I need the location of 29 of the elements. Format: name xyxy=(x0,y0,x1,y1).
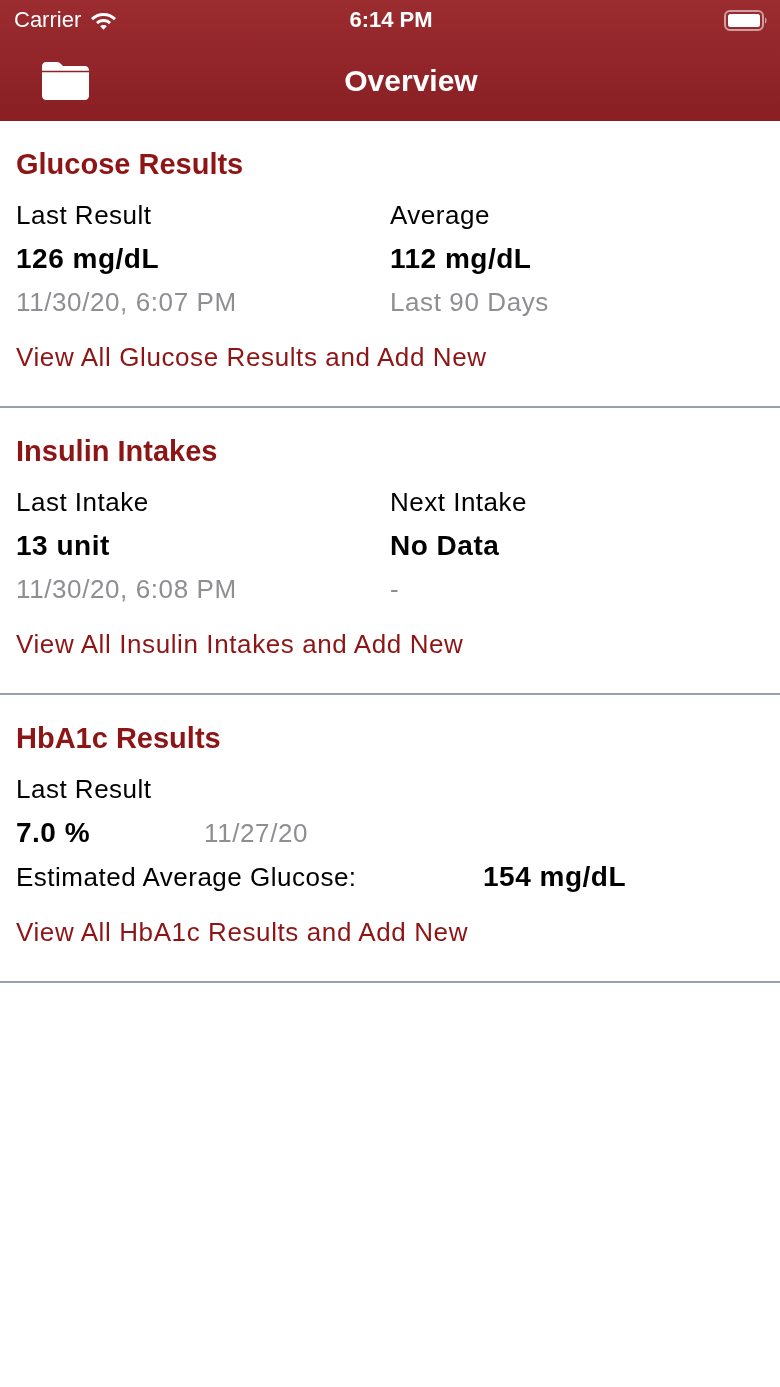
folder-icon[interactable] xyxy=(42,61,89,100)
field-label: Last Result xyxy=(16,200,152,230)
view-all-link[interactable]: View All HbA1c Results and Add New xyxy=(16,917,469,947)
field-label: Last Result xyxy=(16,774,152,804)
wifi-icon xyxy=(90,10,118,30)
field-detail: 11/30/20, 6:07 PM xyxy=(16,287,237,317)
carrier-name: Carrier xyxy=(14,7,82,33)
section-title: HbA1c Results xyxy=(16,721,221,755)
field-value: 13 unit xyxy=(16,531,110,561)
field-value: No Data xyxy=(390,531,500,561)
field-label: Next Intake xyxy=(390,487,527,517)
estimate-label: Estimated Average Glucose: xyxy=(16,862,357,892)
nav-title: Overview xyxy=(344,62,478,99)
battery-icon xyxy=(724,9,768,31)
view-all-link[interactable]: View All Insulin Intakes and Add New xyxy=(16,629,464,659)
field-detail: Last 90 Days xyxy=(390,287,549,317)
estimate-value: 154 mg/dL xyxy=(483,862,626,892)
field-value: 126 mg/dL xyxy=(16,244,159,274)
field-label: Average xyxy=(390,200,490,230)
view-all-link[interactable]: View All Glucose Results and Add New xyxy=(16,342,487,372)
section-title: Insulin Intakes xyxy=(16,434,218,468)
result-date: 11/27/20 xyxy=(204,818,309,848)
field-value: 7.0 % xyxy=(16,818,91,848)
section-title: Glucose Results xyxy=(16,147,244,181)
status-time: 6:14 PM xyxy=(349,7,433,33)
field-label: Last Intake xyxy=(16,487,149,517)
field-detail: 11/30/20, 6:08 PM xyxy=(16,574,237,604)
field-detail: - xyxy=(390,574,400,604)
field-value: 112 mg/dL xyxy=(390,244,532,274)
